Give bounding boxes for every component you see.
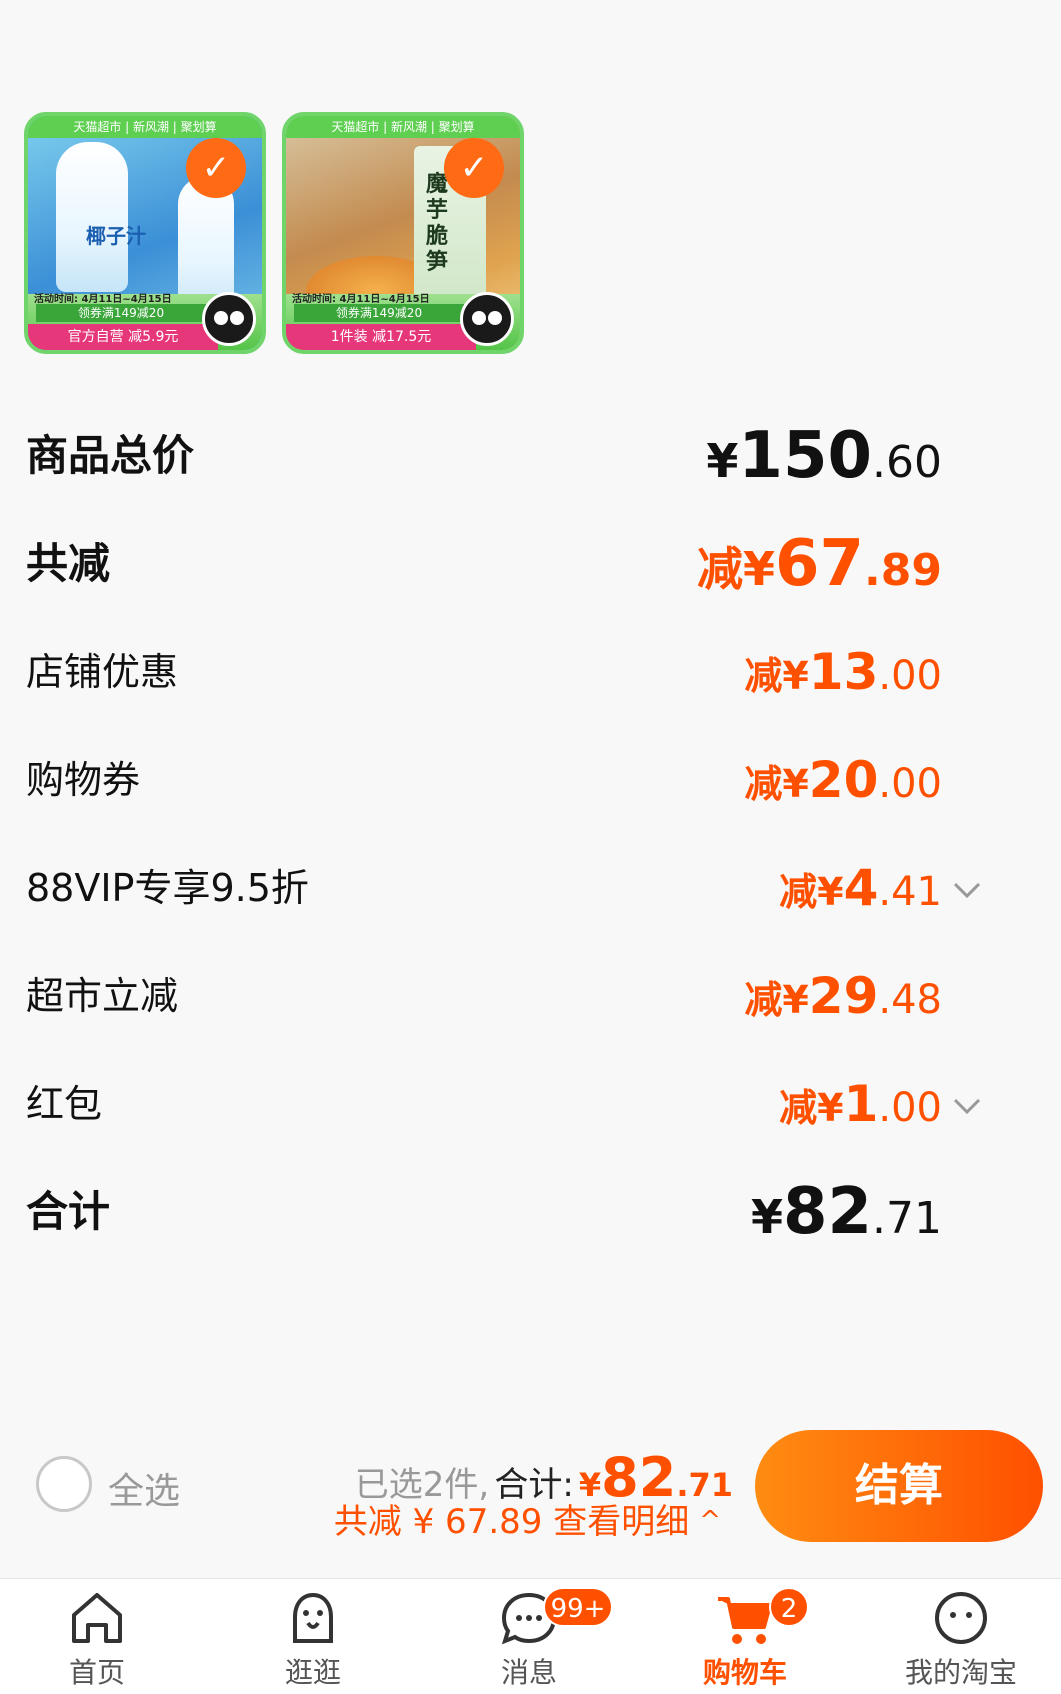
- checkout-button[interactable]: 结算: [755, 1430, 1043, 1542]
- product-promo-band: 天猫超市 | 新风潮 | 聚划算: [28, 116, 262, 138]
- tmall-cat-icon: [202, 292, 256, 346]
- summary-label: 店铺优惠: [26, 650, 179, 694]
- tab-home[interactable]: 首页: [27, 1587, 167, 1694]
- summary-label: 购物券: [26, 758, 141, 802]
- summary-label: 88VIP专享9.5折: [26, 866, 309, 910]
- summary-label: 共减: [26, 539, 111, 588]
- tmall-cat-icon: [460, 292, 514, 346]
- summary-label: 合计: [26, 1187, 111, 1236]
- check-icon[interactable]: ✓: [444, 138, 504, 198]
- tab-label: 消息: [500, 1656, 557, 1689]
- summary-label: 红包: [26, 1082, 103, 1126]
- summary-row-88vip[interactable]: 88VIP专享9.5折 减¥4.41: [26, 858, 1061, 918]
- summary-amount: 减¥4.41: [779, 859, 942, 917]
- product-date: 活动时间: 4月11日~4月15日: [34, 294, 172, 305]
- summary-row-grand-total: 合计 ¥82.71: [26, 1180, 1061, 1244]
- tab-label: 我的淘宝: [904, 1656, 1017, 1689]
- summary-label: 超市立减: [26, 974, 179, 1018]
- product-coupon: 领券满149减20: [36, 304, 206, 322]
- selected-products: 天猫超市 | 新风潮 | 聚划算 椰子汁 活动时间: 4月11日~4月15日 领…: [24, 112, 524, 354]
- product-deal: 官方自营 减5.9元: [28, 324, 218, 350]
- product-date: 活动时间: 4月11日~4月15日: [292, 294, 430, 305]
- product-coupon: 领券满149减20: [294, 304, 464, 322]
- product-promo-band: 天猫超市 | 新风潮 | 聚划算: [286, 116, 520, 138]
- check-icon[interactable]: ✓: [186, 138, 246, 198]
- product-name: 椰子汁: [86, 224, 146, 248]
- tab-profile[interactable]: 我的淘宝: [891, 1587, 1031, 1694]
- tab-messages[interactable]: 消息 99+: [459, 1587, 613, 1694]
- product-bottle-image: [56, 142, 128, 292]
- summary-amount: 减¥1.00: [779, 1075, 942, 1133]
- summary-amount: ¥150.60: [706, 419, 942, 493]
- tab-label: 首页: [68, 1656, 125, 1689]
- product-thumbnail[interactable]: 天猫超市 | 新风潮 | 聚划算 椰子汁 活动时间: 4月11日~4月15日 领…: [24, 112, 266, 354]
- home-icon: [72, 1593, 122, 1643]
- select-all-radio[interactable]: [36, 1456, 92, 1512]
- summary-amount: 减¥29.48: [744, 967, 942, 1025]
- summary-row-supermarket-discount: 超市立减 减¥29.48: [26, 966, 1061, 1026]
- tab-browse[interactable]: 逛逛: [243, 1587, 383, 1694]
- summary-row-total-discount: 共减 减¥67.89: [26, 532, 1061, 596]
- unread-badge: 99+: [543, 1587, 613, 1627]
- summary-amount: 减¥67.89: [696, 527, 942, 601]
- summary-row-red-packet[interactable]: 红包 减¥1.00: [26, 1074, 1061, 1134]
- cart-icon: [718, 1597, 772, 1644]
- summary-amount: 减¥20.00: [744, 751, 942, 809]
- bottom-tab-bar: 首页 逛逛 消息 99+ 购物车 2 我的淘宝: [0, 1578, 1061, 1694]
- select-all-label[interactable]: 全选: [108, 1462, 180, 1514]
- chevron-down-icon[interactable]: [950, 1088, 984, 1122]
- tab-label: 逛逛: [284, 1656, 341, 1689]
- summary-amount: 减¥13.00: [744, 643, 942, 701]
- browse-icon: [293, 1592, 333, 1643]
- chevron-up-icon: ^: [699, 1506, 721, 1536]
- summary-label: 商品总价: [26, 431, 195, 480]
- summary-row-store-discount: 店铺优惠 减¥13.00: [26, 642, 1061, 702]
- summary-row-shopping-voucher: 购物券 减¥20.00: [26, 750, 1061, 810]
- profile-icon: [935, 1592, 987, 1644]
- product-thumbnail[interactable]: 天猫超市 | 新风潮 | 聚划算 魔芋脆笋 活动时间: 4月11日~4月15日 …: [282, 112, 524, 354]
- summary-row-total-price: 商品总价 ¥150.60: [26, 424, 1061, 488]
- cart-count-badge: 2: [769, 1587, 809, 1627]
- checkout-bar: 全选 已选2件, 合计: ¥82.71 共减 ¥ 67.89 查看明细 ^ 结算: [0, 1426, 1061, 1546]
- tab-label: 购物车: [702, 1656, 787, 1689]
- tab-cart[interactable]: 购物车 2: [675, 1587, 815, 1694]
- product-deal: 1件装 减17.5元: [286, 324, 476, 350]
- view-details-link[interactable]: 共减 ¥ 67.89 查看明细 ^: [334, 1494, 721, 1543]
- chevron-down-icon[interactable]: [950, 872, 984, 906]
- summary-amount: ¥82.71: [750, 1175, 942, 1249]
